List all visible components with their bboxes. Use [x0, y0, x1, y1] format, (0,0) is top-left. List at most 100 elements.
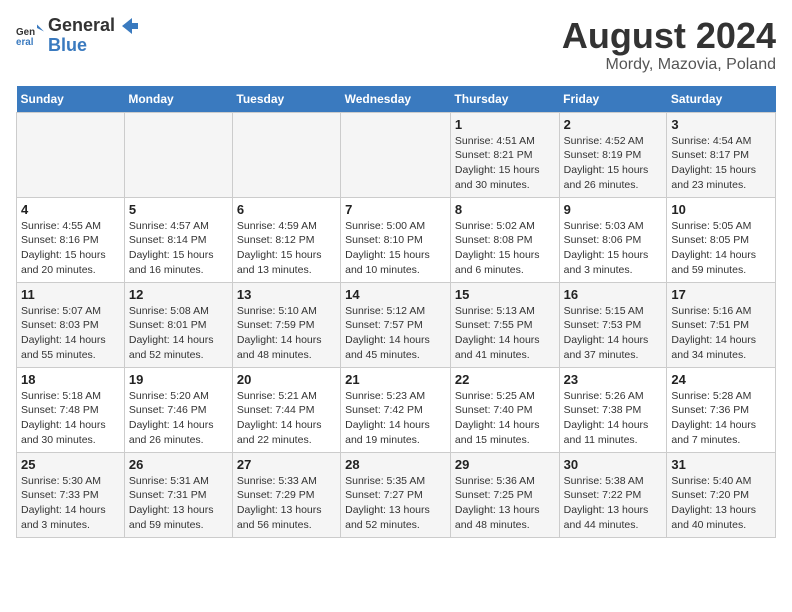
day-info: Sunrise: 5:23 AM Sunset: 7:42 PM Dayligh… — [345, 389, 446, 448]
day-info: Sunrise: 5:28 AM Sunset: 7:36 PM Dayligh… — [671, 389, 771, 448]
calendar-cell: 8 Sunrise: 5:02 AM Sunset: 8:08 PM Daylig… — [450, 197, 559, 282]
day-number: 26 — [129, 457, 228, 472]
calendar-cell: 15 Sunrise: 5:13 AM Sunset: 7:55 PM Dayli… — [450, 282, 559, 367]
day-number: 17 — [671, 287, 771, 302]
day-number: 9 — [564, 202, 663, 217]
day-number: 2 — [564, 117, 663, 132]
calendar-cell: 14 Sunrise: 5:12 AM Sunset: 7:57 PM Dayli… — [341, 282, 451, 367]
calendar-cell: 2Sunrise: 4:52 AM Sunset: 8:19 PM Daylig… — [559, 112, 667, 197]
calendar-cell: 31Sunrise: 5:40 AM Sunset: 7:20 PM Dayli… — [667, 452, 776, 537]
calendar-cell: 21 Sunrise: 5:23 AM Sunset: 7:42 PM Dayli… — [341, 367, 451, 452]
day-info: Sunrise: 5:03 AM Sunset: 8:06 PM Dayligh… — [564, 219, 663, 278]
day-number: 15 — [455, 287, 555, 302]
calendar-cell: 23 Sunrise: 5:26 AM Sunset: 7:38 PM Dayli… — [559, 367, 667, 452]
calendar-cell — [17, 112, 125, 197]
day-of-week-header: Thursday — [450, 86, 559, 113]
calendar-cell: 16Sunrise: 5:15 AM Sunset: 7:53 PM Dayli… — [559, 282, 667, 367]
calendar-cell: 30Sunrise: 5:38 AM Sunset: 7:22 PM Dayli… — [559, 452, 667, 537]
calendar-cell: 24 Sunrise: 5:28 AM Sunset: 7:36 PM Dayli… — [667, 367, 776, 452]
day-info: Sunrise: 5:08 AM Sunset: 8:01 PM Dayligh… — [129, 304, 228, 363]
calendar-cell: 13 Sunrise: 5:10 AM Sunset: 7:59 PM Dayli… — [232, 282, 340, 367]
calendar-cell: 6Sunrise: 4:59 AM Sunset: 8:12 PM Daylig… — [232, 197, 340, 282]
day-info: Sunrise: 5:21 AM Sunset: 7:44 PM Dayligh… — [237, 389, 336, 448]
day-info: Sunrise: 5:31 AM Sunset: 7:31 PM Dayligh… — [129, 474, 228, 533]
calendar-cell: 19 Sunrise: 5:20 AM Sunset: 7:46 PM Dayli… — [124, 367, 232, 452]
calendar-cell: 28Sunrise: 5:35 AM Sunset: 7:27 PM Dayli… — [341, 452, 451, 537]
day-number: 24 — [671, 372, 771, 387]
day-info: Sunrise: 5:12 AM Sunset: 7:57 PM Dayligh… — [345, 304, 446, 363]
day-number: 11 — [21, 287, 120, 302]
logo-general: General — [48, 16, 140, 36]
page-title: August 2024 — [562, 16, 776, 56]
day-info: Sunrise: 5:16 AM Sunset: 7:51 PM Dayligh… — [671, 304, 771, 363]
calendar-header-row: SundayMondayTuesdayWednesdayThursdayFrid… — [17, 86, 776, 113]
day-number: 18 — [21, 372, 120, 387]
generalblue-logo-icon: Gen eral — [16, 21, 44, 49]
day-number: 28 — [345, 457, 446, 472]
day-info: Sunrise: 5:02 AM Sunset: 8:08 PM Dayligh… — [455, 219, 555, 278]
day-info: Sunrise: 5:25 AM Sunset: 7:40 PM Dayligh… — [455, 389, 555, 448]
calendar-cell: 26 Sunrise: 5:31 AM Sunset: 7:31 PM Dayli… — [124, 452, 232, 537]
day-number: 10 — [671, 202, 771, 217]
day-info: Sunrise: 5:20 AM Sunset: 7:46 PM Dayligh… — [129, 389, 228, 448]
title-block: August 2024 Mordy, Mazovia, Poland — [562, 16, 776, 74]
day-number: 5 — [129, 202, 228, 217]
calendar-cell: 12 Sunrise: 5:08 AM Sunset: 8:01 PM Dayli… — [124, 282, 232, 367]
calendar-cell: 25 Sunrise: 5:30 AM Sunset: 7:33 PM Dayli… — [17, 452, 125, 537]
day-of-week-header: Friday — [559, 86, 667, 113]
calendar-cell: 10 Sunrise: 5:05 AM Sunset: 8:05 PM Dayli… — [667, 197, 776, 282]
calendar-cell: 20 Sunrise: 5:21 AM Sunset: 7:44 PM Dayli… — [232, 367, 340, 452]
svg-text:eral: eral — [16, 37, 34, 48]
calendar-cell — [232, 112, 340, 197]
day-info: Sunrise: 4:54 AM Sunset: 8:17 PM Dayligh… — [671, 134, 771, 193]
day-info: Sunrise: 5:07 AM Sunset: 8:03 PM Dayligh… — [21, 304, 120, 363]
day-of-week-header: Saturday — [667, 86, 776, 113]
calendar-week-row: 11 Sunrise: 5:07 AM Sunset: 8:03 PM Dayli… — [17, 282, 776, 367]
day-number: 21 — [345, 372, 446, 387]
day-number: 8 — [455, 202, 555, 217]
day-number: 31 — [671, 457, 771, 472]
calendar-cell: 3Sunrise: 4:54 AM Sunset: 8:17 PM Daylig… — [667, 112, 776, 197]
day-number: 12 — [129, 287, 228, 302]
calendar-cell — [124, 112, 232, 197]
day-info: Sunrise: 5:33 AM Sunset: 7:29 PM Dayligh… — [237, 474, 336, 533]
day-info: Sunrise: 4:55 AM Sunset: 8:16 PM Dayligh… — [21, 219, 120, 278]
day-number: 14 — [345, 287, 446, 302]
calendar-cell: 27Sunrise: 5:33 AM Sunset: 7:29 PM Dayli… — [232, 452, 340, 537]
day-number: 13 — [237, 287, 336, 302]
calendar-cell: 4Sunrise: 4:55 AM Sunset: 8:16 PM Daylig… — [17, 197, 125, 282]
day-info: Sunrise: 5:18 AM Sunset: 7:48 PM Dayligh… — [21, 389, 120, 448]
logo-blue: Blue — [48, 36, 140, 54]
logo-text-block: General Blue — [48, 16, 140, 54]
day-info: Sunrise: 5:13 AM Sunset: 7:55 PM Dayligh… — [455, 304, 555, 363]
day-number: 1 — [455, 117, 555, 132]
day-info: Sunrise: 4:57 AM Sunset: 8:14 PM Dayligh… — [129, 219, 228, 278]
calendar-cell: 18 Sunrise: 5:18 AM Sunset: 7:48 PM Dayli… — [17, 367, 125, 452]
day-number: 30 — [564, 457, 663, 472]
day-number: 25 — [21, 457, 120, 472]
calendar-cell: 9 Sunrise: 5:03 AM Sunset: 8:06 PM Daylig… — [559, 197, 667, 282]
day-number: 7 — [345, 202, 446, 217]
day-number: 19 — [129, 372, 228, 387]
day-info: Sunrise: 5:30 AM Sunset: 7:33 PM Dayligh… — [21, 474, 120, 533]
day-of-week-header: Monday — [124, 86, 232, 113]
calendar-week-row: 25 Sunrise: 5:30 AM Sunset: 7:33 PM Dayli… — [17, 452, 776, 537]
day-number: 22 — [455, 372, 555, 387]
day-number: 20 — [237, 372, 336, 387]
calendar-cell — [341, 112, 451, 197]
day-info: Sunrise: 5:26 AM Sunset: 7:38 PM Dayligh… — [564, 389, 663, 448]
day-of-week-header: Wednesday — [341, 86, 451, 113]
calendar-cell: 29Sunrise: 5:36 AM Sunset: 7:25 PM Dayli… — [450, 452, 559, 537]
calendar-cell: 7 Sunrise: 5:00 AM Sunset: 8:10 PM Daylig… — [341, 197, 451, 282]
day-info: Sunrise: 5:05 AM Sunset: 8:05 PM Dayligh… — [671, 219, 771, 278]
day-info: Sunrise: 5:00 AM Sunset: 8:10 PM Dayligh… — [345, 219, 446, 278]
day-number: 29 — [455, 457, 555, 472]
day-info: Sunrise: 5:10 AM Sunset: 7:59 PM Dayligh… — [237, 304, 336, 363]
calendar-week-row: 1 Sunrise: 4:51 AM Sunset: 8:21 PM Daylig… — [17, 112, 776, 197]
day-info: Sunrise: 4:51 AM Sunset: 8:21 PM Dayligh… — [455, 134, 555, 193]
calendar-cell: 1 Sunrise: 4:51 AM Sunset: 8:21 PM Daylig… — [450, 112, 559, 197]
page-header: Gen eral General Blue August 2024 Mordy,… — [16, 16, 776, 74]
calendar-week-row: 18 Sunrise: 5:18 AM Sunset: 7:48 PM Dayli… — [17, 367, 776, 452]
day-number: 23 — [564, 372, 663, 387]
day-info: Sunrise: 4:59 AM Sunset: 8:12 PM Dayligh… — [237, 219, 336, 278]
